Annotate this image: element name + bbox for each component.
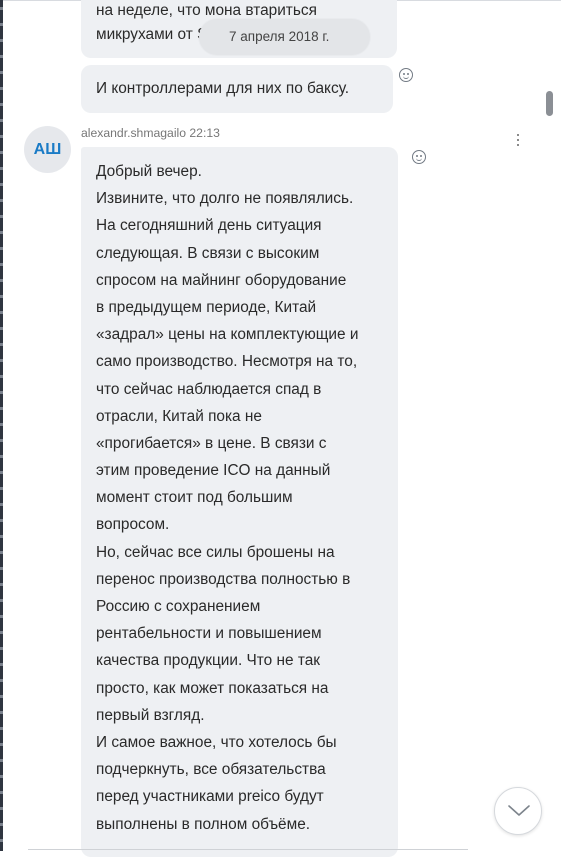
message-line: выполнены в полном объёме. <box>96 815 311 833</box>
message-line: вопросом. <box>96 516 170 534</box>
message-bubble-main[interactable]: Добрый вечер. Извините, что долго не появ… <box>81 147 398 857</box>
message-line: этим проведение ICO на данный <box>96 462 331 480</box>
message-line: отрасли, Китай пока не <box>96 407 262 425</box>
chevron-down-icon <box>508 805 530 816</box>
message-line: само производство. Несмотря на то, <box>96 353 358 371</box>
avatar[interactable]: АШ <box>24 126 71 173</box>
message-line: что сейчас наблюдается спад в <box>96 380 322 398</box>
message-line: следующая. В связи с высоким <box>96 244 320 262</box>
message-line: Россию с сохранением <box>96 598 261 615</box>
message-line: качества продукции. Что не так <box>96 652 321 670</box>
message-line: первый взгляд. <box>96 706 205 724</box>
message-line: момент стоит под большим <box>96 489 293 507</box>
message-line: в предыдущем периоде, Китай <box>96 298 317 316</box>
message-line: подчеркнуть, все обязательства <box>96 761 326 779</box>
message-line: рентабельности и повышением <box>96 625 322 643</box>
message-line: Добрый вечер. <box>96 163 202 180</box>
scrollbar-thumb[interactable] <box>546 91 553 116</box>
message-line: Извините, что долго не появлялись. <box>96 190 354 208</box>
message-line: Но, сейчас все силы брошены на <box>96 543 335 561</box>
date-divider: 7 апреля 2018 г. <box>199 19 370 55</box>
message-text: И контроллерами для них по баксу. <box>96 80 350 97</box>
scroll-down-button[interactable] <box>494 787 542 835</box>
more-vertical-icon[interactable] <box>517 134 519 146</box>
composer-divider <box>28 849 468 850</box>
message-line: перед участниками preico будут <box>96 788 324 806</box>
message-line: И самое важное, что хотелось бы <box>96 733 337 751</box>
smiley-icon[interactable] <box>412 150 426 164</box>
message-line: «задрал» цены на комплектующие и <box>96 326 359 344</box>
message-line: На сегодняшний день ситуация <box>96 217 322 235</box>
smiley-icon[interactable] <box>399 68 413 82</box>
message-line: «прогибается» в цене. В связи с <box>96 434 327 452</box>
message-bubble[interactable]: И контроллерами для них по баксу. <box>81 65 393 113</box>
message-line: просто, как может показаться на <box>96 679 329 697</box>
message-line: перенос производства полностью в <box>96 570 351 588</box>
message-line: спросом на майнинг оборудование <box>96 271 347 289</box>
sender-name-time: alexandr.shmagailo 22:13 <box>81 126 220 140</box>
